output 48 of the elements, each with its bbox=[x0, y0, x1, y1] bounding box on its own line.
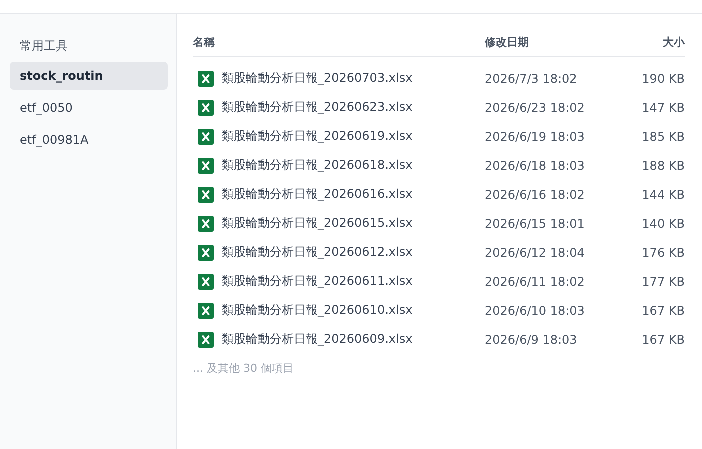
file-name[interactable]: 類股輪動分析日報_20260618.xlsx bbox=[222, 157, 413, 174]
file-size: 190 KB bbox=[641, 72, 685, 86]
sidebar-item[interactable]: stock_routin bbox=[10, 62, 168, 90]
sidebar-item[interactable]: etf_0050 bbox=[10, 94, 168, 122]
modified-date: 2026/6/15 18:01 bbox=[485, 216, 586, 230]
spreadsheet-icon bbox=[198, 332, 214, 348]
modified-date: 2026/6/10 18:03 bbox=[485, 304, 586, 318]
file-size: 144 KB bbox=[641, 188, 685, 202]
modified-date: 2026/6/23 18:02 bbox=[485, 100, 586, 114]
column-header[interactable]: 名稱 bbox=[193, 34, 485, 50]
more-items-note: ... 及其他 30 個項目 bbox=[193, 361, 295, 377]
modified-date: 2026/6/18 18:03 bbox=[485, 158, 586, 172]
file-name[interactable]: 類股輪動分析日報_20260611.xlsx bbox=[222, 273, 413, 290]
spreadsheet-icon bbox=[198, 186, 214, 202]
file-name[interactable]: 類股輪動分析日報_20260609.xlsx bbox=[222, 331, 413, 348]
modified-date: 2026/6/19 18:03 bbox=[485, 130, 586, 144]
file-size: 177 KB bbox=[641, 274, 685, 288]
spreadsheet-icon bbox=[198, 158, 214, 174]
column-header[interactable]: 大小 bbox=[615, 34, 685, 50]
file-name[interactable]: 類股輪動分析日報_20260623.xlsx bbox=[222, 99, 413, 116]
sidebar-heading: 常用工具 bbox=[19, 38, 69, 55]
file-size: 167 KB bbox=[641, 304, 685, 318]
modified-date: 2026/6/9 18:03 bbox=[485, 332, 578, 346]
file-size: 147 KB bbox=[641, 100, 685, 114]
spreadsheet-icon bbox=[198, 70, 214, 86]
file-name[interactable]: 類股輪動分析日報_20260703.xlsx bbox=[222, 70, 413, 87]
file-name[interactable]: 類股輪動分析日報_20260612.xlsx bbox=[222, 244, 413, 261]
spreadsheet-icon bbox=[198, 216, 214, 232]
spreadsheet-icon bbox=[198, 128, 214, 144]
file-size: 167 KB bbox=[641, 332, 685, 346]
file-name[interactable]: 類股輪動分析日報_20260615.xlsx bbox=[222, 215, 413, 232]
sidebar-item[interactable]: etf_00981A bbox=[10, 126, 168, 154]
spreadsheet-icon bbox=[198, 244, 214, 260]
file-size: 185 KB bbox=[641, 130, 685, 144]
column-header[interactable]: 修改日期 bbox=[485, 34, 615, 50]
file-size: 140 KB bbox=[641, 216, 685, 230]
file-name[interactable]: 類股輪動分析日報_20260610.xlsx bbox=[222, 302, 413, 319]
modified-date: 2026/6/11 18:02 bbox=[485, 274, 586, 288]
file-size: 188 KB bbox=[641, 158, 685, 172]
modified-date: 2026/6/12 18:04 bbox=[485, 246, 586, 260]
spreadsheet-icon bbox=[198, 100, 214, 116]
spreadsheet-icon bbox=[198, 274, 214, 290]
file-size: 176 KB bbox=[641, 246, 685, 260]
modified-date: 2026/7/3 18:02 bbox=[485, 72, 578, 86]
file-name[interactable]: 類股輪動分析日報_20260619.xlsx bbox=[222, 128, 413, 145]
spreadsheet-icon bbox=[198, 302, 214, 318]
file-name[interactable]: 類股輪動分析日報_20260616.xlsx bbox=[222, 186, 413, 203]
modified-date: 2026/6/16 18:02 bbox=[485, 188, 586, 202]
